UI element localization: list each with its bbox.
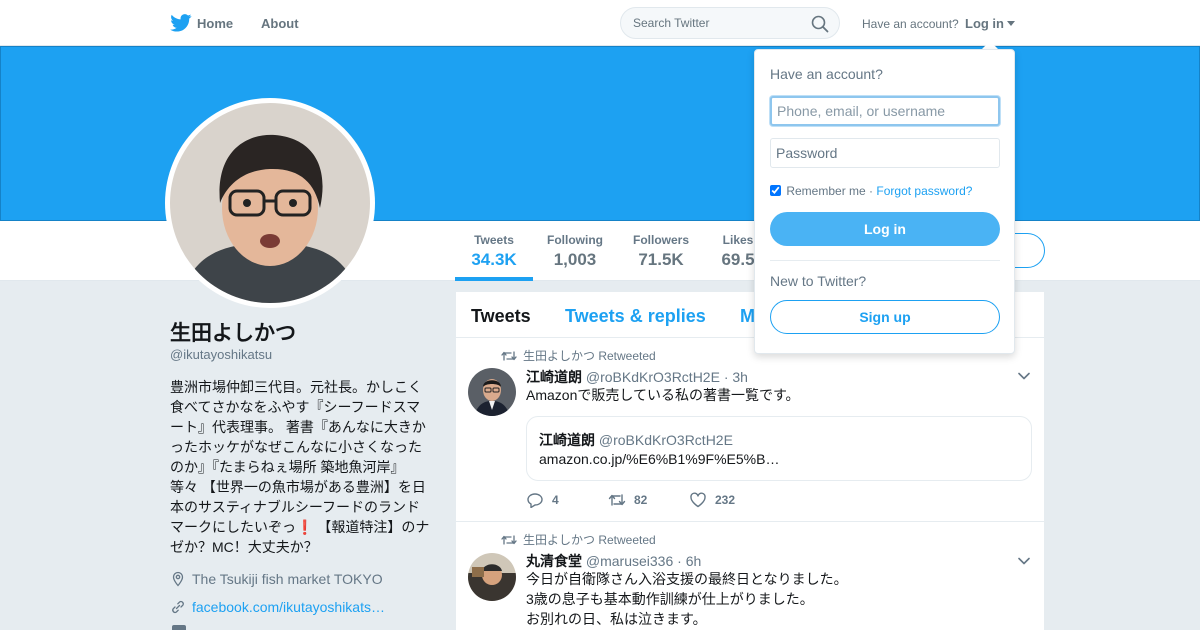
nav-home-link[interactable]: Home [197,16,233,31]
password-input[interactable] [770,138,1000,168]
tweet-header: 丸清食堂 @marusei336 · 6h [526,551,701,571]
avatar-photo [170,103,370,303]
retweet-icon [608,494,626,506]
search-input[interactable] [633,16,803,30]
nav-about-link[interactable]: About [261,16,299,31]
dropdown-divider [770,260,1000,261]
remember-me-label[interactable]: Remember me [786,184,865,198]
tweet-item[interactable]: 生田よしかつ Retweeted 江崎道朗 @roBKdKrO3RctH2E ·… [456,339,1044,522]
profile-avatar[interactable] [165,98,375,308]
stat-tweets[interactable]: Tweets 34.3K [455,233,533,270]
remember-me-checkbox[interactable] [770,185,781,196]
tweet-time[interactable]: 3h [732,369,748,385]
tweet-text-line: お別れの日、私は泣きます。 [526,611,707,627]
tweet-item[interactable]: 生田よしかつ Retweeted 丸清食堂 @marusei336 · 6h 今… [456,523,1044,630]
quoted-tweet-header: 江崎道朗 @roBKdKrO3RctH2E [539,430,733,450]
stat-label: Followers [632,233,689,247]
profile-name: 生田よしかつ [170,322,296,345]
login-dropdown-title: Have an account? [770,66,883,82]
reply-button[interactable]: 4 [526,492,559,509]
stat-following[interactable]: Following 1,003 [545,233,605,270]
quoted-tweet-text: amazon.co.jp/%E6%B1%9F%E5%B… [539,451,780,467]
quoted-tweet[interactable]: 江崎道朗 @roBKdKrO3RctH2E amazon.co.jp/%E6%B… [526,416,1032,481]
have-account-text: Have an account? [862,17,959,31]
tweet-author-handle[interactable]: @marusei336 [586,553,673,569]
quoted-author-name: 江崎道朗 [539,432,595,448]
forgot-password-link[interactable]: Forgot password? [876,184,972,198]
tweet-header: 江崎道朗 @roBKdKrO3RctH2E · 3h [526,367,748,387]
retweet-context: 生田よしかつ Retweeted [501,531,656,548]
search-icon[interactable] [811,15,829,33]
tweet-separator: · [723,369,729,385]
new-to-twitter-text: New to Twitter? [770,273,867,289]
profile-url-text[interactable]: facebook.com/ikutayoshikats… [192,599,385,615]
profile-location: The Tsukiji fish market TOKYO [170,571,383,587]
link-icon [172,600,184,614]
tweet-text-line: 今日が自衛隊さん入浴支援の最終日となりました。 [526,571,848,587]
like-button[interactable]: 232 [689,492,735,508]
tweet-time[interactable]: 6h [686,553,702,569]
retweet-button[interactable]: 82 [608,492,647,508]
retweet-count: 82 [634,493,648,507]
profile-location-text: The Tsukiji fish market TOKYO [192,571,383,587]
profile-handle: @ikutayoshikatsu [170,347,273,362]
stat-likes[interactable]: Likes 69.5 [718,233,758,270]
stat-value: 71.5K [638,250,684,269]
stat-label: Tweets [474,233,514,247]
tweet-avatar[interactable] [468,368,516,416]
like-count: 232 [715,493,736,507]
remember-separator: · [869,184,874,198]
stat-value: 1,003 [553,250,597,269]
tweet-author-name[interactable]: 丸清食堂 [526,553,582,569]
tweet-separator: · [677,553,682,569]
twitter-bird-icon[interactable] [170,14,192,32]
retweet-context-text: 生田よしかつ Retweeted [523,349,656,363]
reply-icon [527,493,543,509]
tweet-author-name[interactable]: 江崎道朗 [526,369,582,385]
tab-tweets-replies[interactable]: Tweets & replies [565,306,706,327]
reply-count: 4 [552,493,559,507]
remember-row: Remember me · Forgot password? [770,184,972,198]
username-input[interactable] [770,96,1000,126]
profile-url[interactable]: facebook.com/ikutayoshikats… [170,599,385,615]
login-button[interactable]: Log in [770,212,1000,246]
stat-value: 69.5 [721,250,755,269]
tab-media[interactable]: M [740,306,755,327]
calendar-icon [172,625,186,630]
tweet-text-line: 3歳の息子も基本動作訓練が仕上がりました。 [526,591,814,607]
login-link-label: Log in [965,16,1004,31]
login-dropdown: Have an account? Remember me · Forgot pa… [754,49,1015,354]
chevron-down-icon[interactable] [1018,557,1030,565]
top-nav: Home About Have an account? Log in [0,0,1200,46]
tweet-text: Amazonで販売している私の著書一覧です。 [526,387,800,403]
location-pin-icon [172,571,184,587]
quoted-author-handle: @roBKdKrO3RctH2E [598,432,733,448]
stat-label: Following [547,233,603,247]
tweet-author-handle[interactable]: @roBKdKrO3RctH2E [586,369,720,385]
heart-icon [690,492,706,508]
profile-bio: 豊洲市場仲卸三代目。元社長。かしこく食べてさかなをふやす『シーフードスマート』代… [170,379,430,555]
retweet-context: 生田よしかつ Retweeted [501,347,656,364]
stat-followers[interactable]: Followers 71.5K [630,233,692,270]
chevron-down-icon[interactable] [1018,372,1030,380]
tweet-avatar[interactable] [468,553,516,601]
stat-value: 34.3K [471,250,517,269]
retweet-icon [501,535,517,545]
active-stat-underline [455,277,533,281]
retweet-icon [501,351,517,361]
caret-down-icon [1007,21,1015,26]
retweet-context-text: 生田よしかつ Retweeted [523,533,656,547]
login-dropdown-toggle[interactable]: Log in [965,16,1015,31]
stat-label: Likes [722,233,754,247]
tab-tweets[interactable]: Tweets [471,306,531,327]
signup-button[interactable]: Sign up [770,300,1000,334]
search-box[interactable] [620,7,840,39]
